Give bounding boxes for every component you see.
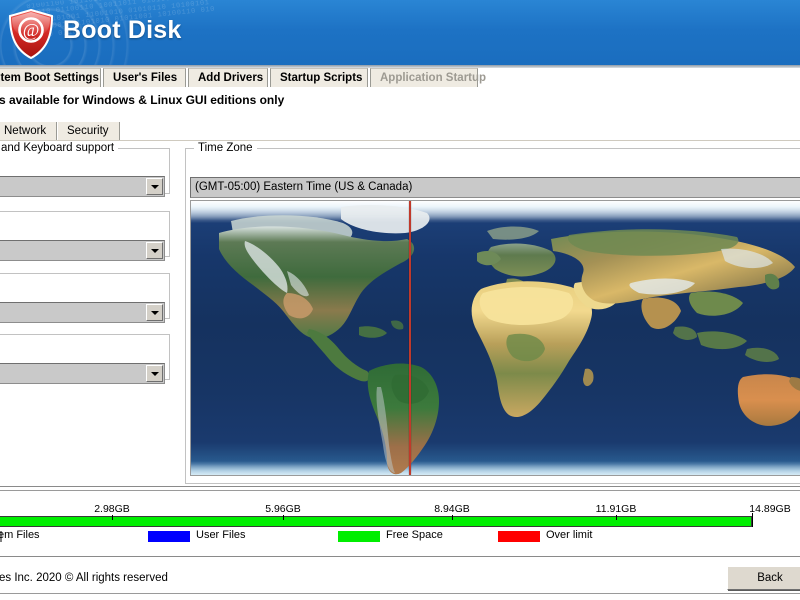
tab-add-drivers[interactable]: Add Drivers — [188, 68, 268, 87]
world-map[interactable] — [190, 200, 800, 476]
language-keyboard-combo[interactable] — [0, 176, 165, 197]
tab-label: User's Files — [113, 72, 178, 84]
legend-label-user-files: User Files — [196, 529, 246, 541]
disk-tick-label: 2.98GB — [94, 503, 130, 515]
edition-note: s available for Windows & Linux GUI edit… — [0, 93, 285, 107]
disk-tick-mark — [616, 515, 617, 520]
legend-label-over-limit: Over limit — [546, 529, 593, 541]
copyright-text: es Inc. 2020 © All rights reserved — [0, 572, 168, 584]
subtab-network[interactable]: Network — [0, 122, 57, 140]
tab-startup-scripts[interactable]: Startup Scripts — [270, 68, 368, 87]
disk-tick-mark — [752, 513, 753, 527]
tab-label: Startup Scripts — [280, 72, 363, 84]
panel-separator-top-4 — [0, 491, 800, 492]
main-tabstrip: System Boot Settings User's Files Add Dr… — [0, 68, 800, 88]
subtab-label: Security — [67, 125, 109, 137]
tab-application-startup: Application Startup — [370, 68, 486, 87]
disk-tick-label: 14.89GB — [749, 503, 791, 515]
footer-separator-4 — [0, 594, 800, 595]
combo-value: ion — [0, 241, 142, 260]
subtab-label: Network — [4, 125, 47, 137]
tab-label: System Boot Settings — [0, 72, 99, 84]
legend-swatch-free-space — [338, 531, 380, 542]
combo-value — [0, 177, 142, 196]
footer-separator-2 — [0, 557, 800, 558]
chevron-down-icon[interactable] — [146, 365, 163, 382]
app-header-banner: 01001100 10110100 01101001 00110101 1101… — [0, 0, 800, 68]
back-button[interactable]: Back — [727, 566, 800, 590]
group-title: Time Zone — [194, 142, 257, 154]
svg-text:@: @ — [23, 20, 40, 40]
back-button-label: Back — [757, 572, 783, 584]
legend-swatch-user-files — [148, 531, 190, 542]
disk-tick-mark — [452, 515, 453, 520]
combo-value: 30 — [0, 364, 142, 383]
tab-system-boot-settings[interactable]: System Boot Settings — [0, 68, 101, 87]
disk-legend: em Files User Files Free Space Over limi… — [0, 529, 800, 545]
screen-resolution-combo[interactable]: ion — [0, 240, 165, 261]
legend-label-system-files: em Files — [0, 529, 40, 541]
timezone-meridian-line — [408, 201, 411, 475]
time-zone-combo[interactable]: (GMT-05:00) Eastern Time (US & Canada) — [190, 177, 800, 198]
chevron-down-icon[interactable] — [146, 304, 163, 321]
sub-tabstrip: Network Security — [0, 122, 800, 142]
panel-separator-top-2 — [0, 487, 800, 488]
disk-tick-label: 11.91GB — [595, 503, 637, 515]
legend-swatch-over-limit — [498, 531, 540, 542]
landmass-north-america — [219, 205, 800, 475]
subtab-underline — [0, 140, 800, 141]
tab-label: Add Drivers — [198, 72, 264, 84]
app-title: Boot Disk — [63, 16, 182, 44]
legend-label-free-space: Free Space — [386, 529, 443, 541]
disk-tick-label: 8.94GB — [434, 503, 470, 515]
disk-tick-mark — [112, 515, 113, 520]
subtab-security[interactable]: Security — [58, 122, 120, 140]
chevron-down-icon[interactable] — [146, 242, 163, 259]
shield-at-logo-icon: @ — [8, 8, 54, 60]
chevron-down-icon[interactable] — [146, 178, 163, 195]
disk-tick-mark — [283, 515, 284, 520]
autostart-combo[interactable]: 30 — [0, 363, 165, 384]
tab-users-files[interactable]: User's Files — [103, 68, 186, 87]
combo-value: Off — [0, 303, 142, 322]
application-combo[interactable]: Off — [0, 302, 165, 323]
group-title: anguage and Keyboard support — [0, 142, 119, 154]
tab-label: Application Startup — [380, 72, 487, 84]
disk-tick-label: 5.96GB — [265, 503, 301, 515]
combo-value: (GMT-05:00) Eastern Time (US & Canada) — [195, 181, 413, 193]
